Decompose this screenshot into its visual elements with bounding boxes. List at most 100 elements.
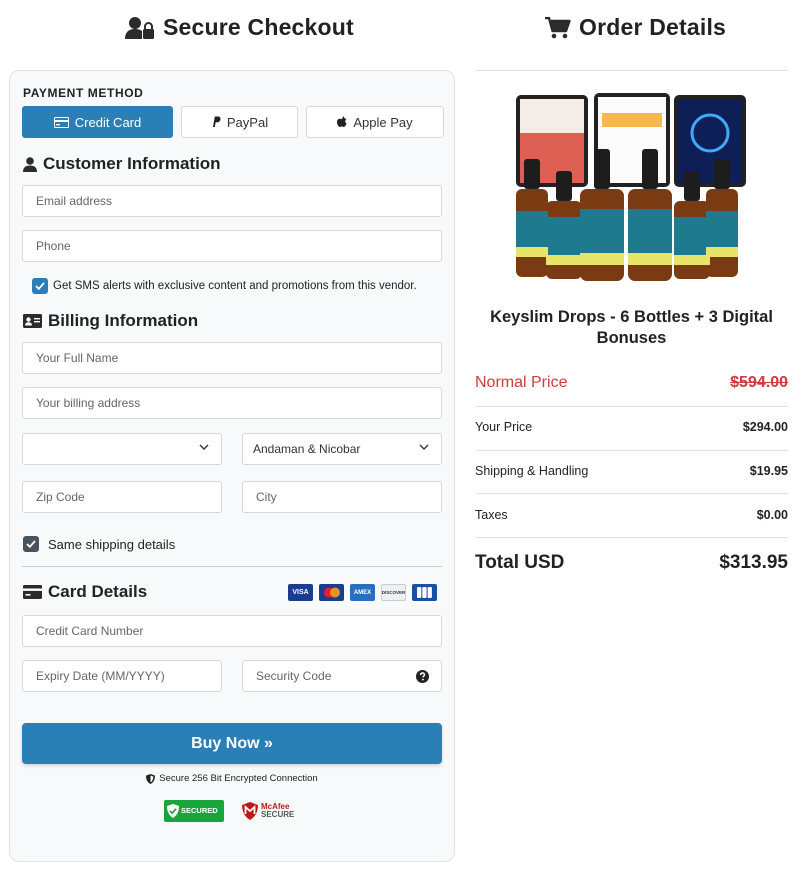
taxes-label: Taxes: [475, 508, 508, 522]
secure-connection-text: Secure 256 Bit Encrypted Connection: [159, 773, 318, 784]
normal-price-amount: $594.00: [730, 374, 788, 391]
card-details-heading: Card Details: [23, 582, 147, 602]
section-divider: [22, 566, 442, 567]
card-details-heading-text: Card Details: [48, 582, 148, 601]
user-lock-icon: [125, 16, 154, 39]
price-divider: [475, 450, 788, 451]
same-shipping-checkbox[interactable]: [23, 536, 39, 552]
normal-price-label: Normal Price: [475, 374, 568, 391]
check-icon: [26, 540, 36, 548]
phone-field[interactable]: Phone: [22, 230, 442, 262]
tab-apple-pay-label: Apple Pay: [353, 114, 413, 130]
taxes-amount: $0.00: [756, 508, 788, 522]
state-select-value: Andaman & Nicobar: [253, 442, 361, 456]
security-code-field[interactable]: Security Code: [242, 660, 442, 692]
shopping-cart-icon: [545, 16, 571, 38]
zip-code-placeholder: Zip Code: [36, 490, 85, 504]
order-title-text: Order Details: [579, 14, 727, 40]
credit-card-icon: [23, 585, 42, 599]
billing-address-field[interactable]: Your billing address: [22, 387, 442, 419]
discover-icon: DISCOVER: [381, 584, 406, 601]
billing-info-heading: Billing Information: [23, 311, 198, 331]
same-shipping-option: Same shipping details: [23, 536, 175, 552]
email-placeholder: Email address: [36, 194, 113, 208]
state-select[interactable]: Andaman & Nicobar: [242, 433, 442, 465]
order-header-divider: [475, 70, 788, 71]
total-label: Total USD: [475, 552, 565, 573]
mcafee-shield-icon: [242, 802, 258, 820]
order-title: Order Details: [545, 14, 726, 41]
price-divider: [475, 493, 788, 494]
buy-now-button[interactable]: Buy Now »: [22, 723, 442, 764]
product-name: Keyslim Drops - 6 Bottles + 3 Digital Bo…: [490, 308, 773, 347]
card-number-field[interactable]: Credit Card Number: [22, 615, 442, 647]
your-price-row: Your Price $294.00: [475, 420, 788, 434]
visa-label: VISA: [292, 589, 309, 596]
customer-info-heading: Customer Information: [23, 154, 221, 174]
shipping-row: Shipping & Handling $19.95: [475, 464, 788, 478]
address-card-icon: [23, 314, 42, 328]
customer-info-heading-text: Customer Information: [43, 154, 221, 173]
tab-credit-card-label: Credit Card: [74, 114, 142, 130]
city-field[interactable]: City: [242, 481, 442, 513]
mcafee-text: McAfee SECURE: [261, 803, 294, 819]
tab-apple-pay[interactable]: Apple Pay: [306, 106, 444, 138]
full-name-field[interactable]: Your Full Name: [22, 342, 442, 374]
question-circle-icon[interactable]: [416, 670, 429, 683]
checkout-title: Secure Checkout: [125, 14, 354, 41]
mcafee-badge: McAfee SECURE: [242, 802, 294, 820]
sms-opt-in-checkbox[interactable]: [32, 278, 48, 294]
tab-credit-card[interactable]: Credit Card: [22, 106, 173, 138]
price-divider: [475, 537, 788, 538]
checkout-form-panel: PAYMENT METHOD Credit Card PayPal Apple …: [9, 70, 455, 862]
paypal-icon: [212, 116, 221, 127]
user-icon: [23, 156, 37, 172]
secured-badge-text: SECURED: [181, 806, 218, 815]
checkout-title-text: Secure Checkout: [163, 14, 354, 40]
discover-label: DISCOVER: [381, 590, 406, 595]
check-icon: [35, 282, 45, 290]
product-image: [516, 93, 746, 281]
shield-check-icon: [167, 804, 179, 818]
shipping-amount: $19.95: [749, 464, 788, 478]
your-price-label: Your Price: [475, 420, 533, 434]
sms-opt-in-label: Get SMS alerts with exclusive content an…: [53, 280, 417, 292]
chevron-down-icon: [199, 444, 209, 450]
phone-placeholder: Phone: [36, 239, 71, 253]
country-select[interactable]: [22, 433, 222, 465]
email-field[interactable]: Email address: [22, 185, 442, 217]
your-price-amount: $294.00: [742, 420, 788, 434]
zip-code-field[interactable]: Zip Code: [22, 481, 222, 513]
secure-connection-note: Secure 256 Bit Encrypted Connection: [10, 773, 454, 784]
city-placeholder: City: [256, 490, 277, 504]
total-amount: $313.95: [719, 552, 788, 573]
expiry-date-field[interactable]: Expiry Date (MM/YYYY): [22, 660, 222, 692]
amex-label: AMEX: [353, 589, 372, 596]
visa-icon: VISA: [288, 584, 313, 601]
secured-badge-text-wrap: SECURED: [181, 807, 218, 815]
normal-price-row: Normal Price $594.00: [475, 374, 788, 392]
sms-opt-in: Get SMS alerts with exclusive content an…: [32, 278, 417, 294]
expiry-date-placeholder: Expiry Date (MM/YYYY): [36, 669, 165, 683]
accepted-cards: VISA AMEX DISCOVER: [288, 584, 437, 601]
credit-card-icon: [53, 116, 69, 128]
tab-paypal[interactable]: PayPal: [181, 106, 298, 138]
buy-now-label: Buy Now »: [191, 734, 273, 752]
total-row: Total USD $313.95: [475, 552, 788, 574]
payment-method-label: PAYMENT METHOD: [23, 86, 144, 100]
security-code-placeholder: Security Code: [256, 669, 332, 683]
price-divider: [475, 406, 788, 407]
same-shipping-label: Same shipping details: [48, 536, 176, 552]
amex-icon: AMEX: [350, 584, 375, 601]
shipping-label: Shipping & Handling: [475, 464, 589, 478]
full-name-placeholder: Your Full Name: [36, 351, 119, 365]
trust-badges: SECURED McAfee SECURE: [164, 800, 294, 822]
chevron-down-icon: [419, 444, 429, 450]
payment-method-tabs: Credit Card PayPal Apple Pay: [22, 106, 444, 138]
jcb-icon: [412, 584, 437, 601]
mastercard-icon: [319, 584, 344, 601]
billing-address-placeholder: Your billing address: [36, 396, 141, 410]
tab-paypal-label: PayPal: [226, 114, 269, 130]
jcb-mark: [417, 587, 432, 598]
secured-badge: SECURED: [164, 800, 224, 822]
